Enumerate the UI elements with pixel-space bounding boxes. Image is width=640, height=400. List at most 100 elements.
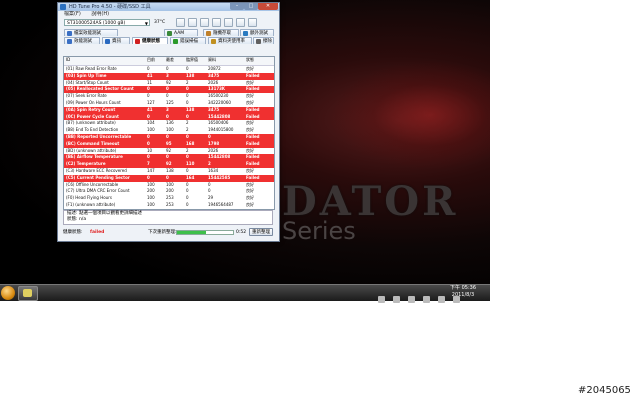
tray-app-icon[interactable]	[408, 296, 416, 303]
help-icon[interactable]	[236, 18, 245, 27]
cell-worst: 100	[166, 127, 174, 133]
cell-threshold: 0	[186, 133, 189, 139]
chevron-down-icon: ▼	[144, 21, 148, 26]
cell-id: (C6) Offline Uncorrectable	[66, 181, 119, 187]
language-icon[interactable]	[438, 296, 446, 303]
cell-id: (03) Spin Up Time	[66, 72, 107, 78]
table-row[interactable]: (05) Reallocated Sector Count 0 0 0 13173K Fa…	[64, 86, 274, 94]
tab-erase[interactable]: 擦除	[253, 37, 274, 44]
tab-extra-tests[interactable]: 額外測試	[240, 29, 274, 36]
camera-icon[interactable]	[224, 18, 233, 27]
table-row[interactable]: (04) Start/Stop Count 11 92 2 2026 良好	[64, 80, 274, 87]
cell-worst: 0	[166, 66, 169, 71]
tab-label: 錯誤掃描	[180, 39, 198, 44]
cell-worst: 3	[166, 72, 169, 78]
table-row[interactable]: (BD) (unknown attribute) 10 92 2 2026 良好	[64, 148, 274, 155]
menu-help[interactable]: 說明(H)	[91, 11, 109, 17]
table-row[interactable]: (C6) Offline Uncorrectable 100 100 0 0 良好	[64, 182, 274, 189]
title-bar[interactable]: HD Tune Pro 4.50 - 硬碟/SSD 工具 – □ ✕	[58, 3, 279, 11]
cell-id: (05) Reallocated Sector Count	[66, 86, 134, 92]
cell-current: 0	[147, 66, 150, 71]
cell-worst: 253	[166, 195, 174, 201]
copy-image-icon[interactable]	[188, 18, 197, 27]
taskbar-clock[interactable]: 下午 05:36 2011/8/3	[450, 285, 476, 299]
tab-file-benchmark[interactable]: 檔案效能測試	[64, 29, 118, 36]
col-header-data[interactable]: 資料	[208, 57, 238, 64]
table-row[interactable]: (01) Raw Read Error Rate 0 0 0 20872 良好	[64, 66, 274, 73]
cell-data: 1944015800	[208, 127, 234, 133]
table-row[interactable]: (B7) (unknown attribute) 104 136 2 16500406 良…	[64, 120, 274, 127]
minimize-button[interactable]: –	[230, 3, 244, 10]
table-row[interactable]: (07) Seek Error Rate 0 0 0 16500230 良好	[64, 93, 274, 100]
col-header-status[interactable]: 狀態	[246, 57, 271, 64]
tab-health[interactable]: 健康狀態	[132, 37, 168, 44]
table-row[interactable]: (F0) Head Flying Hours 100 253 0 29 良好	[64, 195, 274, 202]
smart-attribute-table[interactable]: ID 目前 最差 臨界值 資料 狀態 (01) Raw Read Error R…	[63, 56, 275, 210]
tab-random-access[interactable]: 隨機存取	[203, 29, 239, 36]
table-row[interactable]: (BE) Airflow Temperature 0 0 0 15442808 Faile…	[64, 154, 274, 162]
col-header-threshold[interactable]: 臨界值	[186, 57, 206, 64]
table-row[interactable]: (C5) Current Pending Sector 0 0 164 15442585…	[64, 174, 274, 182]
tab-benchmark[interactable]: 效能測試	[64, 37, 100, 44]
menu-file[interactable]: 檔案(F)	[64, 11, 81, 17]
tab-row-2: 效能測試 資訊 健康狀態 錯誤掃描 資料夾使用率 擦除	[58, 37, 279, 45]
cell-id: (F0) Head Flying Hours	[66, 195, 112, 201]
table-row[interactable]: (BB) Reported Uncorrectable 0 0 0 0 Failed	[64, 133, 274, 141]
tab-label: 檔案效能測試	[74, 31, 101, 36]
cell-threshold: 138	[186, 72, 195, 78]
save-icon[interactable]	[200, 18, 209, 27]
tray-arrow-icon[interactable]	[378, 296, 385, 303]
cell-current: 41	[147, 72, 153, 78]
cell-status: 良好	[246, 147, 254, 153]
table-row[interactable]: (C7) Ultra DMA CRC Error Count 200 200 0 0 良好	[64, 188, 274, 195]
detail-panel: 描述: 點選一個項目以觀看更詳細描述 狀態: n/a	[63, 210, 273, 225]
col-header-worst[interactable]: 最差	[166, 57, 186, 64]
col-header-id[interactable]: ID	[66, 57, 136, 64]
table-row[interactable]: (0C) Power Cycle Count 0 0 0 15442808 Failed	[64, 113, 274, 121]
cell-status: 良好	[246, 195, 254, 201]
table-row[interactable]: (B8) End To End Detection 100 100 2 19440158…	[64, 127, 274, 134]
cell-current: 0	[147, 133, 150, 139]
close-button[interactable]: ✕	[258, 3, 278, 10]
cell-id: (07) Seek Error Rate	[66, 93, 107, 99]
health-icon	[135, 39, 140, 44]
table-row[interactable]: (0A) Spin Retry Count 41 3 138 3475 Failed	[64, 106, 274, 114]
table-row[interactable]: (C3) Hardware ECC Recovered 147 138 0 1634 良好	[64, 168, 274, 175]
cell-worst: 95	[166, 140, 172, 146]
table-row[interactable]: (C2) Temperature 7 92 110 2 Failed	[64, 161, 274, 168]
copy-text-icon[interactable]	[176, 18, 185, 27]
refresh-countdown: 0:52	[236, 230, 247, 235]
cell-threshold: 0	[186, 195, 189, 201]
table-row[interactable]: (09) Power On Hours Count 127 125 0 34222006…	[64, 100, 274, 107]
taskbar-explorer-button[interactable]	[18, 286, 38, 301]
cell-status: Failed	[246, 133, 260, 139]
table-row[interactable]: (03) Spin Up Time 41 3 138 3475 Failed	[64, 72, 274, 80]
health-status-label: 健康狀態:	[63, 230, 83, 235]
start-button[interactable]	[1, 286, 15, 300]
volume-icon[interactable]	[423, 296, 431, 303]
cell-data: 0	[208, 188, 211, 194]
tab-label: 隨機存取	[213, 31, 231, 36]
cell-id: (BC) Command Timeout	[66, 140, 120, 146]
table-row[interactable]: (F1) (unknown attribute) 100 253 0 194656448…	[64, 202, 274, 209]
tab-label: 健康狀態	[142, 39, 160, 44]
maximize-button[interactable]: □	[244, 3, 258, 10]
exit-icon[interactable]	[248, 18, 257, 27]
cell-id: (01) Raw Read Error Rate	[66, 66, 117, 71]
tab-info[interactable]: 資訊	[102, 37, 130, 44]
cell-threshold: 0	[186, 188, 189, 194]
col-header-current[interactable]: 目前	[147, 57, 167, 64]
cell-status: Failed	[246, 106, 260, 112]
cell-id: (C5) Current Pending Sector	[66, 174, 130, 180]
options-icon[interactable]	[212, 18, 221, 27]
refresh-button[interactable]: 重新整理	[249, 228, 273, 236]
drive-select[interactable]: ST31000524AS (1000 gB) ▼	[64, 19, 150, 26]
tab-folder-usage[interactable]: 資料夾使用率	[208, 37, 252, 44]
table-row[interactable]: (BC) Command Timeout 0 95 168 1798 Failed	[64, 140, 274, 148]
cell-threshold: 0	[186, 66, 189, 71]
network-icon[interactable]	[393, 296, 401, 303]
cell-data: 29	[208, 195, 214, 201]
cell-threshold: 138	[186, 106, 195, 112]
tab-error-scan[interactable]: 錯誤掃描	[170, 37, 206, 44]
tab-aam[interactable]: AAM	[164, 29, 198, 36]
